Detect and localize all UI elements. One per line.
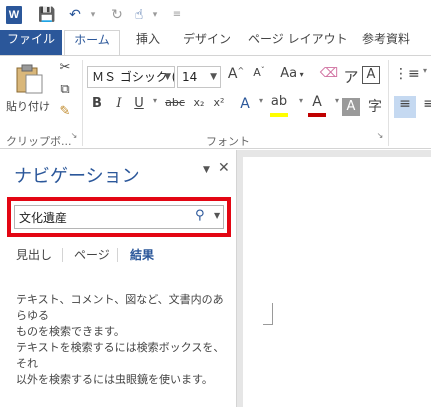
- tab-headings[interactable]: 見出し: [16, 246, 52, 263]
- touch-dropdown-icon[interactable]: ▾: [146, 6, 164, 24]
- undo-dropdown-icon[interactable]: ▾: [84, 6, 102, 24]
- crop-mark: [263, 303, 273, 325]
- navigation-pane: ナビゲーション ▼ ✕ ⚲ ▼ 見出し ページ 結果 テキスト、コメント、図など…: [0, 150, 237, 407]
- subtab-separator: [117, 248, 118, 262]
- group-separator: [82, 60, 83, 146]
- subtab-separator: [62, 248, 63, 262]
- font-color-icon[interactable]: A: [306, 94, 328, 117]
- character-border-icon[interactable]: A: [362, 66, 380, 84]
- align-center-icon[interactable]: ≡: [418, 96, 431, 118]
- results-message-1: テキスト、コメント、図など、文書内のあらゆる ものを検索できます。: [16, 293, 224, 338]
- clipboard-launcher-icon[interactable]: ↘: [68, 130, 80, 142]
- bullets-dropdown-icon[interactable]: ▾: [414, 66, 431, 88]
- strikethrough-button[interactable]: abc: [162, 96, 188, 118]
- quick-access-toolbar: W 💾 ↶ ▾ ↻ ☝ ▾ ≡: [0, 0, 431, 30]
- character-shading-icon[interactable]: A: [342, 98, 360, 116]
- paste-button-label[interactable]: 貼り付け: [6, 98, 50, 114]
- paste-icon[interactable]: [12, 62, 46, 96]
- search-highlight-box: ⚲ ▼: [7, 197, 231, 237]
- bullets-icon[interactable]: ⋮≡: [394, 66, 420, 88]
- results-message-2: テキストを検索するには検索ボックスを、それ 以外を検索するには虫眼鏡を使います。: [16, 341, 225, 386]
- italic-button[interactable]: I: [108, 96, 130, 118]
- tab-file[interactable]: ファイル: [0, 30, 62, 55]
- tab-references[interactable]: 参考資料: [350, 30, 422, 55]
- chevron-down-icon: ▼: [164, 72, 171, 82]
- enclose-characters-icon[interactable]: 字: [364, 96, 386, 118]
- grow-font-button[interactable]: A^: [225, 66, 247, 88]
- redo-icon[interactable]: ↻: [108, 6, 126, 24]
- phonetic-guide-icon[interactable]: ア: [340, 66, 362, 88]
- group-separator: [388, 60, 389, 146]
- search-icon[interactable]: ⚲: [195, 208, 205, 223]
- undo-icon[interactable]: ↶: [66, 6, 84, 24]
- bold-button[interactable]: B: [86, 96, 108, 118]
- tab-page-layout[interactable]: ページ レイアウト: [248, 30, 348, 55]
- pane-options-icon[interactable]: ▼: [203, 165, 210, 175]
- change-case-button[interactable]: Aa ▾: [276, 66, 308, 88]
- font-size-combo[interactable]: 14 ▼: [177, 66, 221, 88]
- close-icon[interactable]: ✕: [218, 160, 230, 176]
- save-icon[interactable]: 💾: [38, 6, 56, 24]
- tab-insert[interactable]: 挿入: [128, 30, 168, 55]
- highlight-color-icon[interactable]: ab: [268, 94, 290, 117]
- search-box[interactable]: ⚲ ▼: [14, 205, 224, 229]
- font-name-combo[interactable]: ＭＳ ゴシック (... ▼: [87, 66, 175, 88]
- word-logo-icon[interactable]: W: [6, 6, 22, 24]
- chevron-down-icon: ▼: [210, 72, 217, 82]
- navigation-pane-title: ナビゲーション: [14, 166, 140, 187]
- document-page[interactable]: [243, 157, 431, 407]
- search-input[interactable]: [19, 208, 179, 226]
- clear-formatting-icon[interactable]: ⌫: [318, 66, 340, 88]
- font-name-value: ＭＳ ゴシック (...: [92, 70, 174, 84]
- tab-design[interactable]: デザイン: [176, 30, 238, 55]
- superscript-button[interactable]: x²: [208, 96, 230, 118]
- font-launcher-icon[interactable]: ↘: [374, 130, 386, 142]
- subscript-button[interactable]: x₂: [188, 96, 210, 118]
- format-painter-icon[interactable]: ✎: [54, 104, 76, 126]
- tab-pages[interactable]: ページ: [74, 246, 110, 263]
- search-options-dropdown-icon[interactable]: ▼: [214, 211, 220, 220]
- font-size-value: 14: [182, 70, 198, 84]
- shrink-font-button[interactable]: Aˇ: [248, 66, 270, 88]
- ribbon-tabs: ファイル ホーム 挿入 デザイン ページ レイアウト 参考資料: [0, 30, 431, 56]
- font-group-label: フォント: [206, 135, 250, 148]
- cut-icon[interactable]: ✂: [54, 60, 76, 82]
- tab-results[interactable]: 結果: [130, 246, 154, 263]
- ribbon: 貼り付け ✂ ⧉ ✎ クリップボ... ↘ ＭＳ ゴシック (... ▼ 14 …: [0, 55, 431, 149]
- clipboard-group-label: クリップボ...: [6, 135, 72, 148]
- align-left-icon[interactable]: ≡: [394, 96, 416, 118]
- copy-icon[interactable]: ⧉: [54, 82, 76, 104]
- customize-qat-icon[interactable]: ≡: [168, 6, 186, 24]
- tab-home[interactable]: ホーム: [64, 30, 120, 56]
